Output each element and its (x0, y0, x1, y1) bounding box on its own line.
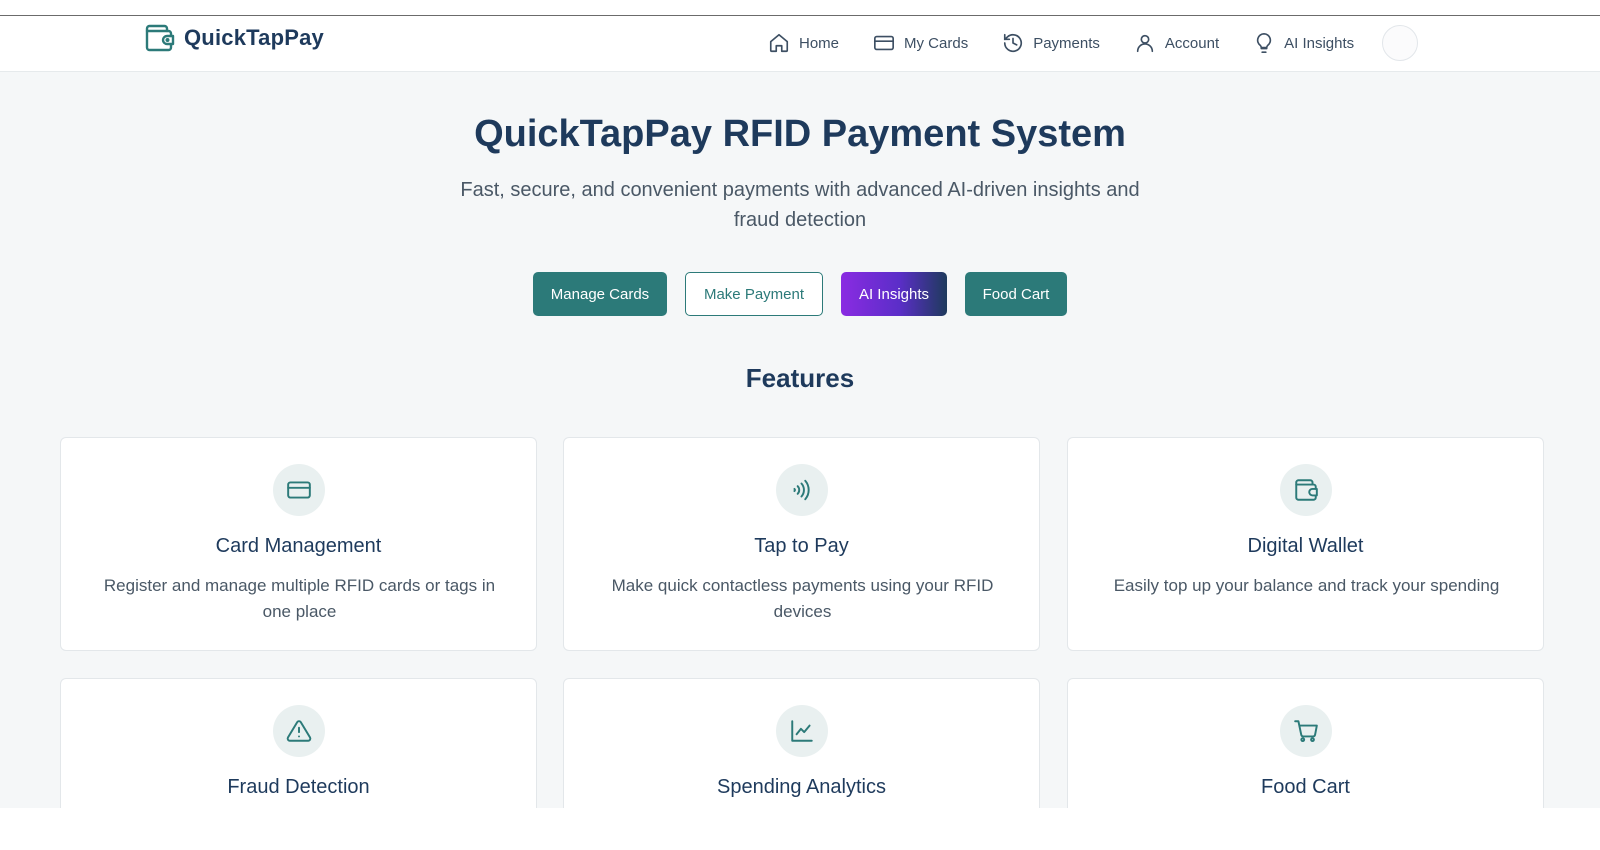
feature-card-digital-wallet[interactable]: Digital Wallet Easily top up your balanc… (1067, 437, 1544, 651)
feature-card-food-cart[interactable]: Food Cart (1067, 678, 1544, 808)
feature-title: Spending Analytics (716, 776, 886, 798)
brand-name: QuickTapPay (184, 25, 324, 50)
manage-cards-button[interactable]: Manage Cards (533, 272, 667, 316)
nav-item-my-cards[interactable]: My Cards (873, 30, 968, 56)
feature-title: Fraud Detection (227, 776, 370, 798)
make-payment-button[interactable]: Make Payment (685, 272, 823, 316)
history-icon (1004, 33, 1023, 53)
feature-description: Register and manage multiple RFID cards … (103, 576, 496, 621)
feature-icon-badge (776, 705, 828, 757)
nav-label-my-cards: My Cards (904, 34, 969, 52)
wallet-icon (1295, 479, 1318, 501)
feature-title: Card Management (215, 535, 382, 557)
user-icon (1136, 34, 1154, 53)
feature-description: Easily top up your balance and track you… (1113, 576, 1500, 595)
feature-card-spending-analytics[interactable]: Spending Analytics (563, 678, 1040, 808)
feature-title: Food Cart (1261, 776, 1350, 798)
nav-item-payments[interactable]: Payments (1002, 30, 1100, 56)
nav-label-payments: Payments (1033, 34, 1100, 52)
credit-card-icon (287, 481, 311, 499)
nav-item-account[interactable]: Account (1134, 30, 1219, 56)
feature-icon-badge (273, 464, 325, 516)
wallet-icon (145, 24, 175, 52)
navbar: QuickTapPay Home My Cards Payments Accou… (0, 16, 1600, 72)
nav-label-home: Home (799, 34, 840, 52)
feature-icon-badge (1280, 464, 1332, 516)
feature-title: Digital Wallet (1247, 535, 1364, 557)
nav-item-home[interactable]: Home (768, 30, 839, 56)
contactless-icon (793, 479, 810, 501)
hero-subtitle: Fast, secure, and convenient payments wi… (460, 179, 1140, 231)
alert-triangle-icon (286, 720, 312, 742)
main-nav: Home My Cards Payments Account AI Insigh… (768, 25, 1419, 61)
line-chart-icon (791, 720, 813, 742)
hero-actions: Manage Cards Make Payment AI Insights Fo… (0, 272, 1600, 316)
nav-label-ai-insights: AI Insights (1284, 34, 1355, 52)
nav-item-ai-insights[interactable]: AI Insights (1253, 30, 1354, 56)
page-title: QuickTapPay RFID Payment System (474, 113, 1126, 155)
food-cart-button[interactable]: Food Cart (965, 272, 1067, 316)
shopping-cart-icon (1294, 720, 1318, 743)
features-heading: Features (745, 363, 855, 393)
home-icon (769, 33, 789, 53)
feature-icon-badge (273, 705, 325, 757)
avatar[interactable] (1382, 25, 1419, 61)
credit-card-icon (874, 35, 895, 51)
lightbulb-icon (1256, 33, 1272, 53)
feature-icon-badge (1280, 705, 1332, 757)
brand[interactable]: QuickTapPay (143, 22, 324, 54)
feature-title: Tap to Pay (754, 535, 849, 557)
feature-card-fraud-detection[interactable]: Fraud Detection (60, 678, 537, 808)
ai-insights-button[interactable]: AI Insights (841, 272, 947, 316)
feature-card-card-management[interactable]: Card Management Register and manage mult… (60, 437, 537, 651)
feature-icon-badge (776, 464, 828, 516)
feature-description: Make quick contactless payments using yo… (611, 576, 994, 621)
main-content: QuickTapPay RFID Payment System Fast, se… (0, 72, 1600, 808)
feature-card-tap-to-pay[interactable]: Tap to Pay Make quick contactless paymen… (563, 437, 1040, 651)
nav-label-account: Account (1164, 34, 1220, 52)
